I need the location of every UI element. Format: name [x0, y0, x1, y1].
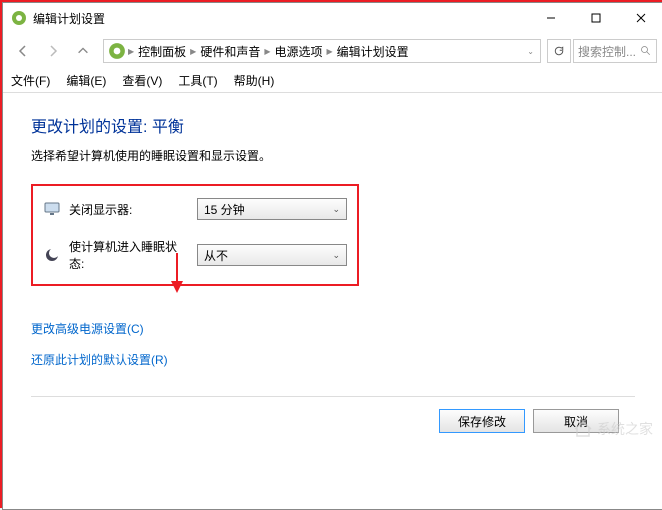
menu-edit[interactable]: 编辑(E): [66, 72, 106, 89]
refresh-button[interactable]: [547, 39, 571, 63]
house-icon: [573, 420, 593, 438]
breadcrumb-item[interactable]: 编辑计划设置: [333, 43, 413, 60]
footer-buttons: 保存修改 取消: [31, 397, 635, 445]
menu-file[interactable]: 文件(F): [11, 72, 50, 89]
page-subtext: 选择希望计算机使用的睡眠设置和显示设置。: [31, 147, 635, 164]
maximize-button[interactable]: [573, 3, 618, 33]
watermark: 系统之家: [573, 419, 653, 439]
menu-view[interactable]: 查看(V): [122, 72, 162, 89]
breadcrumb-item[interactable]: 硬件和声音: [196, 43, 264, 60]
display-off-label: 关闭显示器:: [69, 201, 189, 218]
sleep-label: 使计算机进入睡眠状态:: [69, 238, 189, 272]
minimize-button[interactable]: [528, 3, 573, 33]
chevron-down-icon: ⌄: [332, 250, 340, 261]
display-off-value: 15 分钟: [204, 201, 245, 218]
breadcrumb-item[interactable]: 电源选项: [271, 43, 327, 60]
forward-button[interactable]: [39, 37, 67, 65]
restore-defaults-link[interactable]: 还原此计划的默认设置(R): [31, 351, 635, 368]
settings-highlight-box: 关闭显示器: 15 分钟 ⌄ 使计算机进入睡眠状态: 从不 ⌄: [31, 184, 359, 286]
sleep-row: 使计算机进入睡眠状态: 从不 ⌄: [43, 238, 347, 272]
monitor-icon: [43, 200, 61, 218]
close-button[interactable]: [618, 3, 662, 33]
power-plan-icon: [108, 42, 126, 60]
save-button[interactable]: 保存修改: [439, 409, 525, 433]
up-button[interactable]: [69, 37, 97, 65]
breadcrumb-item[interactable]: 控制面板: [134, 43, 190, 60]
power-plan-icon: [11, 10, 27, 26]
advanced-settings-link[interactable]: 更改高级电源设置(C): [31, 320, 635, 337]
display-off-row: 关闭显示器: 15 分钟 ⌄: [43, 198, 347, 220]
menu-bar: 文件(F) 编辑(E) 查看(V) 工具(T) 帮助(H): [3, 69, 662, 93]
search-input[interactable]: 搜索控制...: [573, 39, 657, 63]
moon-icon: [43, 246, 61, 264]
nav-bar: ▶ 控制面板 ▶ 硬件和声音 ▶ 电源选项 ▶ 编辑计划设置 ⌄ 搜索控制...: [3, 33, 662, 69]
search-placeholder: 搜索控制...: [578, 43, 640, 60]
menu-tools[interactable]: 工具(T): [178, 72, 217, 89]
chevron-down-icon[interactable]: ⌄: [527, 47, 534, 56]
chevron-down-icon: ⌄: [332, 204, 340, 215]
titlebar: 编辑计划设置: [3, 3, 662, 33]
display-off-select[interactable]: 15 分钟 ⌄: [197, 198, 347, 220]
window-title: 编辑计划设置: [33, 10, 528, 27]
sleep-select[interactable]: 从不 ⌄: [197, 244, 347, 266]
page-heading: 更改计划的设置: 平衡: [31, 113, 635, 137]
address-bar[interactable]: ▶ 控制面板 ▶ 硬件和声音 ▶ 电源选项 ▶ 编辑计划设置 ⌄: [103, 39, 541, 63]
content-area: 更改计划的设置: 平衡 选择希望计算机使用的睡眠设置和显示设置。 关闭显示器: …: [3, 93, 662, 465]
sleep-value: 从不: [204, 247, 228, 264]
menu-help[interactable]: 帮助(H): [234, 72, 275, 89]
back-button[interactable]: [9, 37, 37, 65]
search-icon: [640, 45, 652, 57]
